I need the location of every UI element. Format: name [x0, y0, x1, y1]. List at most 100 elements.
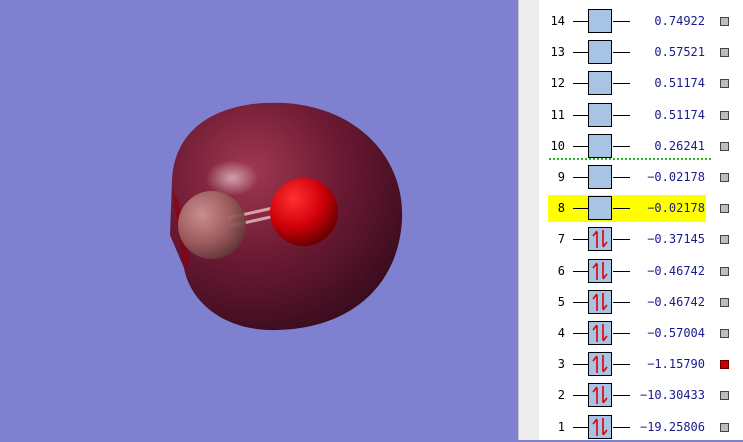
- selection-square-icon[interactable]: [720, 48, 729, 58]
- level-line: [613, 145, 630, 147]
- orbital-index: 5: [557, 294, 565, 309]
- orbital-box[interactable]: [588, 102, 612, 127]
- orbital-level[interactable]: 3 −1.15790: [539, 351, 743, 379]
- level-line: [573, 21, 588, 22]
- level-line: [613, 83, 630, 85]
- orbital-energy: 0.74922: [654, 14, 705, 28]
- orbital-box[interactable]: [588, 165, 612, 189]
- selection-square-icon[interactable]: [720, 110, 729, 120]
- selection-square-icon[interactable]: [720, 79, 729, 89]
- orbital-index: 8: [557, 201, 565, 216]
- orbital-energy: −0.37145: [647, 232, 705, 247]
- selection-square-icon[interactable]: [720, 297, 729, 307]
- orbital-box[interactable]: [588, 383, 612, 408]
- orbital-index: 6: [557, 263, 565, 278]
- orbital-index: 13: [550, 45, 565, 60]
- orbital-index: 12: [550, 76, 565, 91]
- orbital-level[interactable]: 10 0.26241: [539, 133, 743, 161]
- electron-pair-arrows-icon: [592, 230, 608, 249]
- orbital-index: 7: [557, 232, 565, 247]
- level-line: [573, 114, 588, 116]
- orbital-energy: −0.46742: [647, 294, 705, 309]
- level-line: [573, 83, 588, 85]
- orbital-energy: 0.51174: [654, 107, 705, 122]
- orbital-level[interactable]: 6 −0.46742: [539, 258, 743, 286]
- orbital-index: 4: [557, 326, 565, 340]
- selection-square-icon[interactable]: [720, 235, 729, 245]
- orbital-index: 10: [550, 138, 565, 153]
- level-line: [573, 364, 588, 366]
- orbital-energy: 0.57521: [654, 45, 705, 60]
- level-line: [613, 21, 630, 22]
- molecular-orbital-render[interactable]: [0, 0, 518, 440]
- carbon-atom: [178, 191, 246, 259]
- orbital-level[interactable]: 11 0.51174: [539, 102, 743, 130]
- orbital-energy: 0.51174: [654, 76, 705, 91]
- homo-lumo-divider: [549, 158, 711, 160]
- level-line: [613, 426, 630, 428]
- orbital-level[interactable]: 8 −0.02178: [539, 195, 743, 223]
- orbital-level[interactable]: 14 0.74922: [539, 8, 743, 36]
- orbital-box[interactable]: [588, 71, 612, 96]
- orbital-level[interactable]: 2 −10.30433: [539, 382, 743, 410]
- orbital-box[interactable]: [588, 258, 612, 283]
- electron-pair-arrows-icon: [592, 355, 608, 374]
- level-line: [573, 333, 588, 334]
- orbital-box[interactable]: [588, 40, 612, 65]
- selection-square-icon[interactable]: [720, 141, 729, 151]
- orbital-level[interactable]: 1 −19.25806: [539, 414, 743, 442]
- orbital-box[interactable]: [588, 321, 612, 345]
- level-line: [613, 364, 630, 366]
- selection-square-icon[interactable]: [720, 204, 729, 214]
- electron-pair-arrows-icon: [592, 417, 608, 436]
- orbital-level[interactable]: 13 0.57521: [539, 39, 743, 67]
- level-line: [613, 239, 630, 241]
- selection-square-icon[interactable]: [720, 17, 729, 26]
- selection-square-icon[interactable]: [720, 173, 729, 182]
- orbital-energy: 0.26241: [654, 138, 705, 153]
- orbital-level[interactable]: 4 −0.57004: [539, 320, 743, 348]
- orbital-box[interactable]: [588, 133, 612, 158]
- level-line: [613, 52, 630, 54]
- level-line: [613, 301, 630, 303]
- level-line: [573, 426, 588, 428]
- electron-pair-arrows-icon: [592, 386, 608, 405]
- orbital-box[interactable]: [588, 289, 612, 314]
- level-line: [573, 270, 588, 272]
- level-line: [573, 145, 588, 147]
- molecule-viewport[interactable]: [0, 0, 518, 440]
- orbital-level[interactable]: 5 −0.46742: [539, 289, 743, 317]
- orbital-energy: −10.30433: [639, 388, 705, 403]
- level-line: [573, 177, 588, 178]
- selection-square-icon[interactable]: [720, 360, 729, 370]
- orbital-energy: −0.57004: [647, 326, 705, 340]
- orbital-box[interactable]: [588, 227, 612, 252]
- orbital-energy: −0.02178: [647, 201, 705, 216]
- selection-square-icon[interactable]: [720, 391, 729, 401]
- orbital-box[interactable]: [588, 196, 612, 221]
- orbital-index: 3: [557, 357, 565, 372]
- electron-pair-arrows-icon: [592, 292, 608, 311]
- level-line: [613, 114, 630, 116]
- electron-pair-arrows-icon: [592, 324, 608, 342]
- orbital-energy-diagram: 14 0.74922 13 0.57521 12 0.51174 11 0.51174 10 0.…: [539, 0, 743, 440]
- selection-square-icon[interactable]: [720, 266, 729, 276]
- orbital-box[interactable]: [588, 352, 612, 377]
- electron-pair-arrows-icon: [592, 261, 608, 280]
- orbital-box[interactable]: [588, 9, 612, 33]
- orbital-energy: −1.15790: [647, 357, 705, 372]
- selection-square-icon[interactable]: [720, 329, 729, 338]
- orbital-index: 11: [550, 107, 565, 122]
- orbital-index: 14: [550, 14, 565, 28]
- orbital-level[interactable]: 9 −0.02178: [539, 164, 743, 192]
- orbital-energy: −0.02178: [647, 170, 705, 184]
- level-line: [613, 333, 630, 334]
- orbital-level[interactable]: 7 −0.37145: [539, 226, 743, 254]
- level-line: [573, 52, 588, 54]
- level-line: [573, 301, 588, 303]
- orbital-level[interactable]: 12 0.51174: [539, 70, 743, 98]
- orbital-box[interactable]: [588, 414, 612, 439]
- panel-splitter[interactable]: [518, 0, 539, 440]
- level-line: [613, 177, 630, 178]
- selection-square-icon[interactable]: [720, 422, 729, 432]
